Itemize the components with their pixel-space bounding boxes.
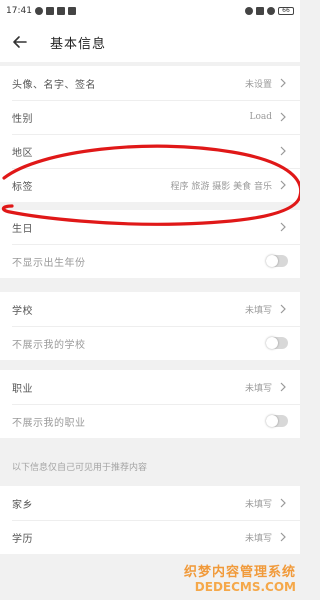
app-icon (67, 7, 76, 15)
toggle-knob (266, 337, 278, 349)
row-value: 未填写 (244, 383, 272, 394)
row-hide-school: 不展示我的学校 (0, 326, 300, 360)
hide-school-toggle[interactable] (266, 337, 288, 349)
chevron-right-icon (280, 222, 286, 232)
toggle-knob (266, 255, 278, 267)
row-label: 生日 (12, 223, 33, 235)
chevron-right-icon (280, 146, 286, 156)
row-school[interactable]: 学校 未填写 (0, 292, 300, 326)
watermark: 织梦内容管理系统 DEDECMS.COM (184, 561, 296, 594)
row-gender[interactable]: 性别 Load (0, 100, 300, 134)
school-card: 学校 未填写 不展示我的学校 (0, 292, 300, 360)
row-value: 未填写 (244, 533, 272, 544)
row-value: 程序 旅游 摄影 美食 音乐 (170, 181, 272, 192)
row-label: 不展示我的学校 (12, 339, 86, 351)
row-education[interactable]: 学历 未填写 (0, 520, 300, 554)
chevron-right-icon (280, 532, 286, 542)
chevron-right-icon (280, 304, 286, 314)
row-label: 职业 (12, 383, 33, 395)
wifi-icon (267, 7, 275, 15)
row-label: 学校 (12, 305, 33, 317)
message-icon (45, 7, 54, 15)
row-hide-birth-year: 不显示出生年份 (0, 244, 300, 278)
row-hometown[interactable]: 家乡 未填写 (0, 486, 300, 520)
row-value: 未填写 (244, 305, 272, 316)
section-note: 以下信息仅自己可见用于推荐内容 (12, 463, 148, 473)
status-bar: 17:41 66 (0, 0, 300, 22)
row-job[interactable]: 职业 未填写 (0, 370, 300, 404)
app-bar: 基本信息 (0, 22, 300, 62)
alarm-icon (245, 7, 253, 15)
back-button[interactable] (8, 30, 32, 54)
page-title: 基本信息 (50, 36, 107, 52)
hide-job-toggle[interactable] (266, 415, 288, 427)
arrow-left-icon (13, 36, 27, 48)
basic-info-card: 头像、名字、签名 未设置 性别 Load 地区 标签 程序 旅游 摄影 美食 音… (0, 66, 300, 202)
signal-icon (256, 7, 264, 15)
chevron-right-icon (280, 180, 286, 190)
row-label: 头像、名字、签名 (12, 79, 96, 91)
toggle-knob (266, 415, 278, 427)
row-avatar-name-signature[interactable]: 头像、名字、签名 未设置 (0, 66, 300, 100)
row-hide-job: 不展示我的职业 (0, 404, 300, 438)
status-right: 66 (245, 7, 294, 15)
row-birthday[interactable]: 生日 (0, 210, 300, 244)
row-label: 学历 (12, 533, 33, 545)
chevron-right-icon (280, 112, 286, 122)
row-region[interactable]: 地区 (0, 134, 300, 168)
watermark-line2: DEDECMS.COM (194, 580, 296, 594)
chevron-right-icon (280, 498, 286, 508)
row-value: Load (249, 112, 272, 122)
row-label: 性别 (12, 113, 33, 125)
hide-birth-year-toggle[interactable] (266, 255, 288, 267)
row-label: 不展示我的职业 (12, 417, 86, 429)
birthday-card: 生日 不显示出生年份 (0, 210, 300, 278)
watermark-line1: 织梦内容管理系统 (183, 565, 296, 580)
private-info-card: 家乡 未填写 学历 未填写 (0, 486, 300, 554)
row-label: 家乡 (12, 499, 33, 511)
image-icon (56, 7, 65, 15)
row-tags[interactable]: 标签 程序 旅游 摄影 美食 音乐 (0, 168, 300, 202)
notification-icon (34, 7, 43, 15)
job-card: 职业 未填写 不展示我的职业 (0, 370, 300, 438)
status-left: 17:41 (6, 6, 76, 16)
row-value: 未填写 (244, 499, 272, 510)
chevron-right-icon (280, 382, 286, 392)
row-label: 地区 (12, 147, 33, 159)
row-value: 未设置 (244, 79, 272, 90)
chevron-right-icon (280, 78, 286, 88)
battery-icon: 66 (278, 7, 294, 15)
row-label: 不显示出生年份 (12, 257, 86, 269)
row-label: 标签 (12, 181, 33, 193)
status-time: 17:41 (6, 6, 32, 16)
